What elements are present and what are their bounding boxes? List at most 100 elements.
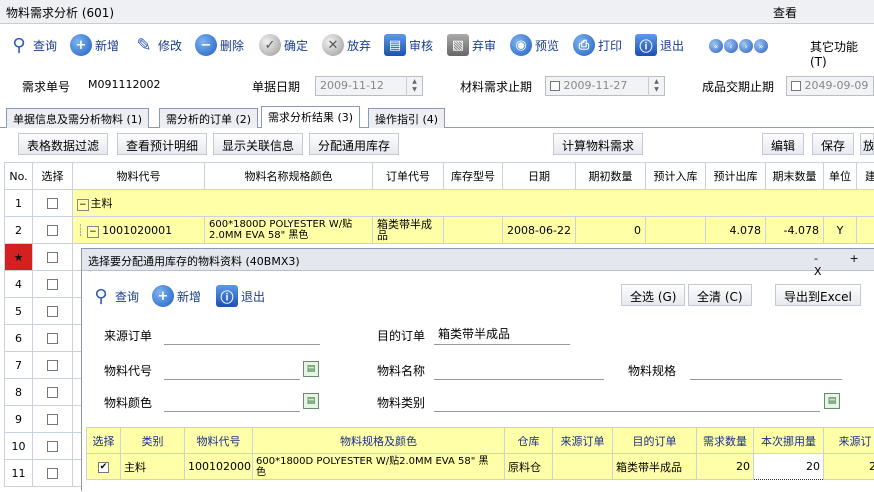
current-row-marker: ★ xyxy=(5,244,33,271)
search-icon: ⚲ xyxy=(8,34,30,56)
col-stock-model[interactable]: 库存型号 xyxy=(444,163,503,190)
delete-button[interactable]: −删除 xyxy=(195,32,244,58)
dcol-type[interactable]: 类别 xyxy=(121,428,185,454)
prev-record-icon[interactable]: ‹ xyxy=(724,39,738,53)
dcol-select[interactable]: 选择 xyxy=(87,428,121,454)
mat-color-picker-icon[interactable]: ▤ xyxy=(303,393,319,409)
clear-all-button[interactable]: 全清 (C) xyxy=(688,284,752,306)
col-unit[interactable]: 单位 xyxy=(824,163,857,190)
mat-spec-field[interactable] xyxy=(690,360,842,380)
target-order-field[interactable]: 箱类带半成品 xyxy=(434,325,570,345)
col-select[interactable]: 选择 xyxy=(33,163,73,190)
material-code: 1001020001 xyxy=(102,224,172,237)
dcol-move-qty[interactable]: 本次挪用量 xyxy=(754,428,824,454)
col-no[interactable]: No. xyxy=(5,163,33,190)
mat-code-label: 物料代号 xyxy=(104,362,152,379)
row-checkbox[interactable] xyxy=(47,333,58,344)
tab-orders[interactable]: 需分析的订单 (2) xyxy=(159,108,258,128)
row-checkbox-checked[interactable]: ✔ xyxy=(98,462,109,473)
col-name[interactable]: 物料名称规格颜色 xyxy=(205,163,373,190)
prod-deadline-checkbox[interactable] xyxy=(791,81,801,91)
tab-guide[interactable]: 操作指引 (4) xyxy=(368,108,445,128)
abandon-button[interactable]: ✕放弃 xyxy=(322,32,371,58)
save-grid-button[interactable]: 保存 xyxy=(812,133,854,155)
filter-button[interactable]: 表格数据过滤 xyxy=(18,133,108,155)
col-out[interactable]: 预计出库 xyxy=(706,163,766,190)
select-all-button[interactable]: 全选 (G) xyxy=(621,284,685,306)
src-order-field[interactable] xyxy=(164,325,320,345)
dcol-src-order[interactable]: 来源订单 xyxy=(553,428,613,454)
row-checkbox[interactable] xyxy=(47,225,58,236)
collapse-icon[interactable]: − xyxy=(77,199,89,211)
dialog-query-button[interactable]: ⚲查询 xyxy=(90,283,139,309)
view-menu[interactable]: 查看 xyxy=(773,4,797,21)
row-checkbox[interactable] xyxy=(47,441,58,452)
col-order[interactable]: 订单代号 xyxy=(373,163,444,190)
table-row[interactable]: 2 ┊ − 1001020001 600*1800D POLYESTER W/贴… xyxy=(5,217,874,244)
move-qty-input[interactable]: 20 xyxy=(754,454,824,480)
dcol-qty[interactable]: 需求数量 xyxy=(697,428,754,454)
mat-code-picker-icon[interactable]: ▤ xyxy=(303,361,319,377)
row-checkbox[interactable] xyxy=(47,306,58,317)
prod-deadline-field[interactable]: 2049-09-09 xyxy=(786,76,874,96)
dcol-src-more[interactable]: 来源订 xyxy=(824,428,874,454)
more-button[interactable]: 放 xyxy=(860,133,874,155)
last-record-icon[interactable]: » xyxy=(754,39,768,53)
edit-grid-button[interactable]: 编辑 xyxy=(762,133,804,155)
tab-results[interactable]: 需求分析结果 (3) xyxy=(261,106,360,129)
unaudit-button[interactable]: ▧弃审 xyxy=(447,32,496,58)
mat-type-field[interactable] xyxy=(434,392,820,412)
col-opening[interactable]: 期初数量 xyxy=(576,163,646,190)
col-closing[interactable]: 期末数量 xyxy=(766,163,824,190)
row-checkbox[interactable] xyxy=(47,360,58,371)
collapse-icon[interactable]: − xyxy=(87,226,99,238)
dcol-target-order[interactable]: 目的订单 xyxy=(613,428,697,454)
row-checkbox[interactable] xyxy=(47,414,58,425)
dcol-code[interactable]: 物料代号 xyxy=(185,428,253,454)
first-record-icon[interactable]: « xyxy=(709,39,723,53)
dialog-new-button[interactable]: +新增 xyxy=(152,283,201,309)
col-code[interactable]: 物料代号 xyxy=(73,163,205,190)
dcol-warehouse[interactable]: 仓库 xyxy=(505,428,553,454)
check-icon: ✓ xyxy=(259,34,281,56)
dialog-window-controls[interactable]: - + X xyxy=(814,252,874,278)
related-info-button[interactable]: 显示关联信息 xyxy=(213,133,303,155)
mat-name-field[interactable] xyxy=(434,360,604,380)
calc-requirement-button[interactable]: 计算物料需求 xyxy=(553,133,643,155)
mat-deadline-field[interactable]: 2009-11-27 xyxy=(545,76,665,96)
col-more[interactable]: 建 xyxy=(857,163,874,190)
row-checkbox[interactable] xyxy=(47,279,58,290)
tab-doc-info[interactable]: 单据信息及需分析物料 (1) xyxy=(6,108,149,128)
table-row[interactable]: 1 −主料 xyxy=(5,190,874,217)
exit-button[interactable]: ⓘ退出 xyxy=(635,32,684,58)
row-checkbox[interactable] xyxy=(47,468,58,479)
mat-code-field[interactable] xyxy=(164,360,300,380)
col-in[interactable]: 预计入库 xyxy=(646,163,706,190)
forecast-detail-button[interactable]: 查看预计明细 xyxy=(117,133,207,155)
next-record-icon[interactable]: › xyxy=(739,39,753,53)
preview-button[interactable]: ◉预览 xyxy=(510,32,559,58)
export-excel-button[interactable]: 导出到Excel xyxy=(775,284,861,306)
edit-button[interactable]: ✎修改 xyxy=(133,32,182,58)
mat-deadline-label: 材料需求止期 xyxy=(460,78,532,95)
doc-date-spinner[interactable]: ▲▼ xyxy=(406,76,422,96)
dialog-title: 选择要分配通用库存的物料资料 (40BMX3) xyxy=(88,253,300,269)
query-button[interactable]: ⚲查询 xyxy=(8,32,57,58)
row-checkbox[interactable] xyxy=(47,198,58,209)
other-functions-menu[interactable]: 其它功能 (T) xyxy=(810,38,874,69)
mat-color-field[interactable] xyxy=(164,392,300,412)
dcol-spec[interactable]: 物料规格及颜色 xyxy=(253,428,505,454)
row-checkbox[interactable] xyxy=(47,252,58,263)
col-date[interactable]: 日期 xyxy=(503,163,576,190)
mat-deadline-checkbox[interactable] xyxy=(550,81,560,91)
table-row[interactable]: ✔ 主料 1001020001 600*1800D POLYESTER W/贴2… xyxy=(87,454,874,480)
confirm-button[interactable]: ✓确定 xyxy=(259,32,308,58)
row-checkbox[interactable] xyxy=(47,387,58,398)
new-button[interactable]: +新增 xyxy=(70,32,119,58)
allocate-stock-button[interactable]: 分配通用库存 xyxy=(309,133,399,155)
print-button[interactable]: ⎙打印 xyxy=(573,32,622,58)
mat-type-picker-icon[interactable]: ▤ xyxy=(824,393,840,409)
dialog-exit-button[interactable]: ⓘ退出 xyxy=(216,283,265,309)
audit-button[interactable]: ▤审核 xyxy=(384,32,433,58)
mat-deadline-spinner[interactable]: ▲▼ xyxy=(648,76,664,96)
